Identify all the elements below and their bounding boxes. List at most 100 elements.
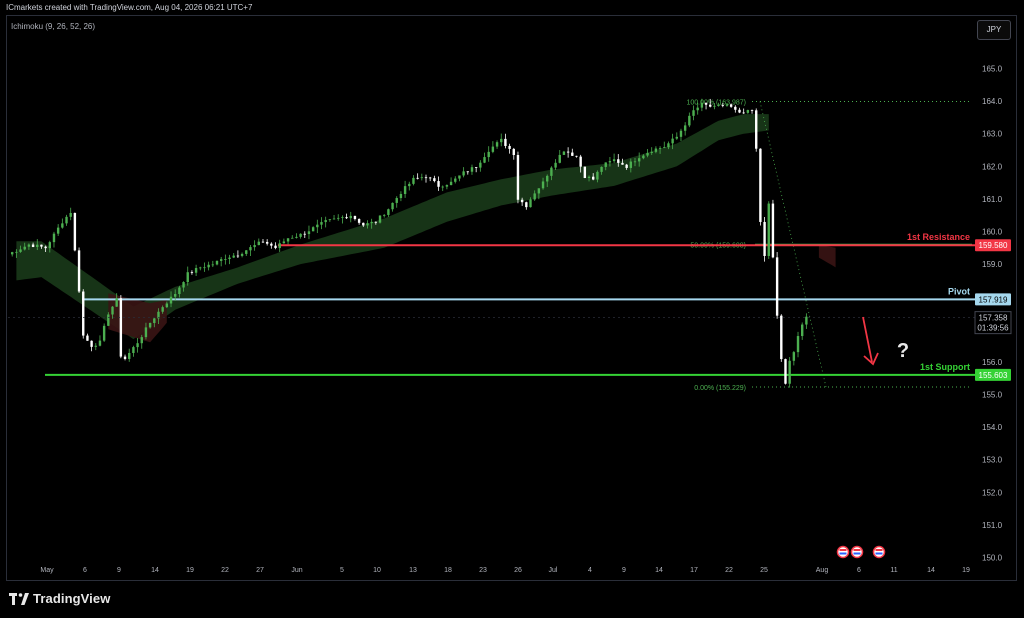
candle-body	[683, 125, 687, 131]
tradingview-brand-name: TradingView	[33, 591, 111, 606]
time-tick-label: 26	[514, 567, 522, 574]
candle-body	[412, 177, 415, 184]
candle-body	[148, 322, 152, 328]
candle-body	[579, 156, 582, 167]
candle-body	[119, 298, 123, 357]
candle-body	[165, 303, 169, 308]
time-tick-label: 10	[373, 567, 381, 574]
candle-body	[374, 221, 378, 223]
tradingview-brand[interactable]: TradingView	[9, 591, 110, 606]
price-tick-label: 154.0	[982, 423, 1003, 432]
candle-body	[729, 104, 733, 107]
candle-body	[554, 162, 557, 168]
candle-body	[408, 183, 411, 187]
candle-body	[320, 222, 323, 225]
candle-body	[608, 161, 612, 163]
candle-body	[629, 161, 633, 168]
event-flag-stripe	[839, 549, 847, 551]
candle-body	[383, 214, 386, 216]
event-flag-stripe	[853, 552, 861, 555]
candle-body	[541, 181, 545, 189]
candle-body	[353, 215, 357, 220]
candle-body	[48, 242, 51, 249]
candle-body	[153, 318, 156, 323]
candle-body	[324, 220, 327, 223]
time-tick-label: 25	[760, 567, 768, 574]
candle-body	[525, 202, 528, 208]
time-tick-label: 18	[444, 567, 452, 574]
candle-body	[621, 162, 624, 165]
candle-body	[199, 267, 202, 269]
candle-body	[784, 359, 787, 384]
event-flag-icon	[872, 545, 886, 559]
candle-body	[642, 155, 645, 159]
candle-body	[617, 159, 620, 163]
candle-body	[717, 105, 720, 106]
candle-body	[182, 282, 185, 288]
time-tick-label: May	[40, 567, 54, 574]
candle-body	[587, 176, 591, 179]
candle-body	[571, 152, 574, 156]
candle-body	[228, 257, 231, 260]
candle-body	[27, 244, 31, 247]
candle-body	[328, 219, 332, 221]
candle-body	[805, 316, 808, 325]
price-tick-label: 160.0	[982, 228, 1003, 237]
time-tick-label: Jul	[549, 567, 558, 574]
candle-body	[416, 177, 419, 179]
ichimoku-cloud-bearish-future	[818, 244, 836, 268]
candle-body	[178, 287, 181, 295]
time-tick-label: Aug	[816, 567, 829, 574]
event-flag-stripe	[875, 552, 883, 555]
candle-body	[458, 175, 461, 179]
candle-body	[437, 181, 440, 187]
candle-body	[278, 243, 281, 249]
candle-body	[395, 198, 398, 203]
candle-body	[349, 215, 352, 219]
candle-body	[370, 221, 373, 224]
candle-body	[224, 259, 227, 260]
candle-body	[512, 148, 515, 156]
price-tick-label: 150.0	[982, 554, 1003, 563]
candle-body	[61, 223, 64, 228]
candle-body	[345, 217, 348, 219]
candle-body	[771, 203, 775, 258]
candle-body	[479, 162, 482, 168]
candle-body	[604, 162, 607, 167]
candle-body	[86, 335, 89, 341]
price-tick-label: 159.0	[982, 260, 1003, 269]
price-tick-label: 164.0	[982, 97, 1003, 106]
candle-body	[533, 193, 536, 200]
price-chart[interactable]: 150.0151.0152.0153.0154.0155.0156.0157.0…	[0, 0, 1024, 618]
candle-body	[788, 360, 791, 384]
candle-body	[249, 247, 252, 251]
candle-body	[257, 241, 260, 246]
candle-body	[291, 237, 294, 239]
candle-body	[23, 246, 26, 250]
candle-body	[667, 143, 670, 148]
candle-body	[399, 193, 403, 199]
candle-body	[767, 203, 770, 256]
candle-body	[203, 267, 206, 269]
candle-body	[274, 245, 277, 249]
candle-body	[15, 251, 18, 253]
candle-body	[123, 356, 127, 359]
candle-body	[483, 157, 486, 163]
level-price-label: 159.580	[979, 241, 1008, 250]
time-tick-label: 5	[340, 567, 344, 574]
level-name: 1st Support	[920, 362, 970, 372]
candle-body	[688, 115, 691, 126]
time-tick-label: 19	[186, 567, 194, 574]
candle-body	[56, 227, 60, 234]
candle-body	[562, 151, 566, 155]
candle-body	[403, 186, 407, 194]
candle-body	[654, 148, 658, 152]
candle-body	[332, 218, 336, 220]
candle-body	[362, 222, 365, 226]
candle-body	[69, 212, 72, 217]
candle-body	[592, 176, 595, 180]
event-flag-icon	[836, 545, 850, 559]
candle-body	[194, 268, 198, 273]
candle-body	[504, 138, 507, 146]
level-price-label: 155.603	[979, 371, 1008, 380]
